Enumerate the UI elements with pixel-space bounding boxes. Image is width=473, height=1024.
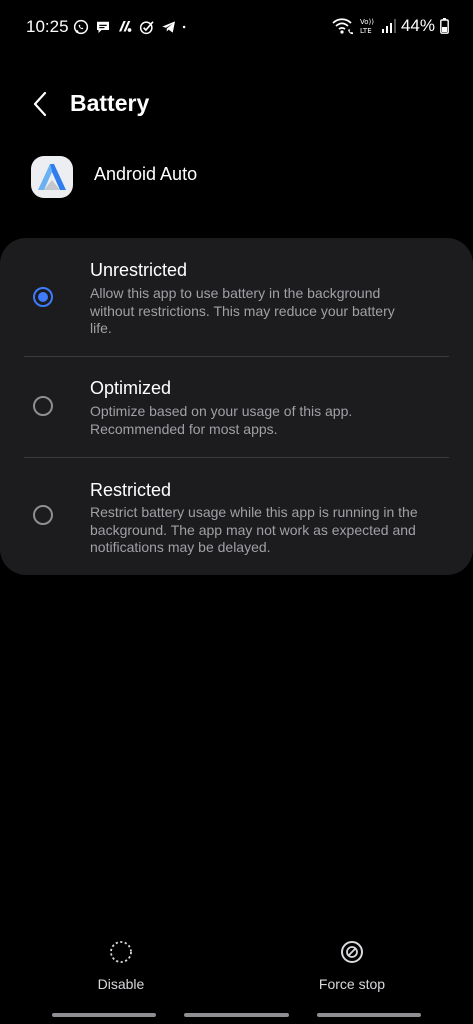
force-stop-button[interactable]: Force stop	[292, 940, 412, 996]
option-title: Optimized	[90, 378, 172, 398]
status-time: 10:25	[26, 17, 69, 36]
disable-icon	[110, 941, 132, 963]
option-optimized[interactable]: Optimized Optimize based on your usage o…	[0, 357, 473, 457]
svg-text:LTE: LTE	[360, 27, 372, 35]
app-name: Android Auto	[94, 164, 198, 184]
radio-restricted[interactable]	[33, 505, 53, 525]
force-stop-label: Force stop	[318, 976, 386, 992]
volte-icon: Vo)) LTE	[360, 18, 374, 35]
disable-button[interactable]: Disable	[61, 940, 181, 996]
whatsapp-icon	[73, 19, 89, 35]
option-unrestricted[interactable]: Unrestricted Allow this app to use batte…	[0, 238, 473, 356]
signal-icon	[381, 19, 396, 33]
force-stop-icon	[341, 941, 363, 963]
status-bar: 10:25 Vo)) LTE 44%	[0, 0, 473, 56]
back-button[interactable]	[22, 84, 58, 124]
radio-unrestricted[interactable]	[33, 287, 53, 307]
app-notification-icon	[119, 21, 132, 32]
chevron-left-icon	[33, 91, 47, 117]
nav-handle-left[interactable]	[52, 1013, 156, 1017]
nav-handle-right[interactable]	[317, 1013, 421, 1017]
android-auto-icon	[38, 164, 66, 190]
option-description: Optimize based on your usage of this app…	[90, 403, 353, 437]
telegram-icon	[162, 21, 175, 33]
nav-handle-center[interactable]	[184, 1013, 289, 1017]
check-circle-icon	[139, 21, 154, 35]
battery-icon	[440, 18, 449, 34]
option-restricted[interactable]: Restricted Restrict battery usage while …	[0, 458, 473, 575]
app-icon	[31, 156, 73, 198]
notification-icons	[72, 18, 192, 36]
battery-options-card: Unrestricted Allow this app to use batte…	[0, 238, 473, 575]
option-description: Allow this app to use battery in the bac…	[90, 285, 395, 336]
battery-percent: 44%	[400, 16, 435, 35]
disable-label: Disable	[97, 976, 145, 992]
page-title: Battery	[70, 90, 150, 116]
wifi-calling-icon	[332, 18, 353, 35]
option-description: Restrict battery usage while this app is…	[90, 504, 418, 555]
option-title: Unrestricted	[90, 260, 188, 280]
svg-text:Vo)): Vo))	[360, 18, 374, 26]
system-icons: Vo)) LTE 44%	[332, 16, 449, 36]
option-title: Restricted	[90, 480, 172, 500]
dot-icon	[182, 25, 186, 29]
chat-bubble-icon	[97, 21, 109, 33]
radio-optimized[interactable]	[33, 396, 53, 416]
